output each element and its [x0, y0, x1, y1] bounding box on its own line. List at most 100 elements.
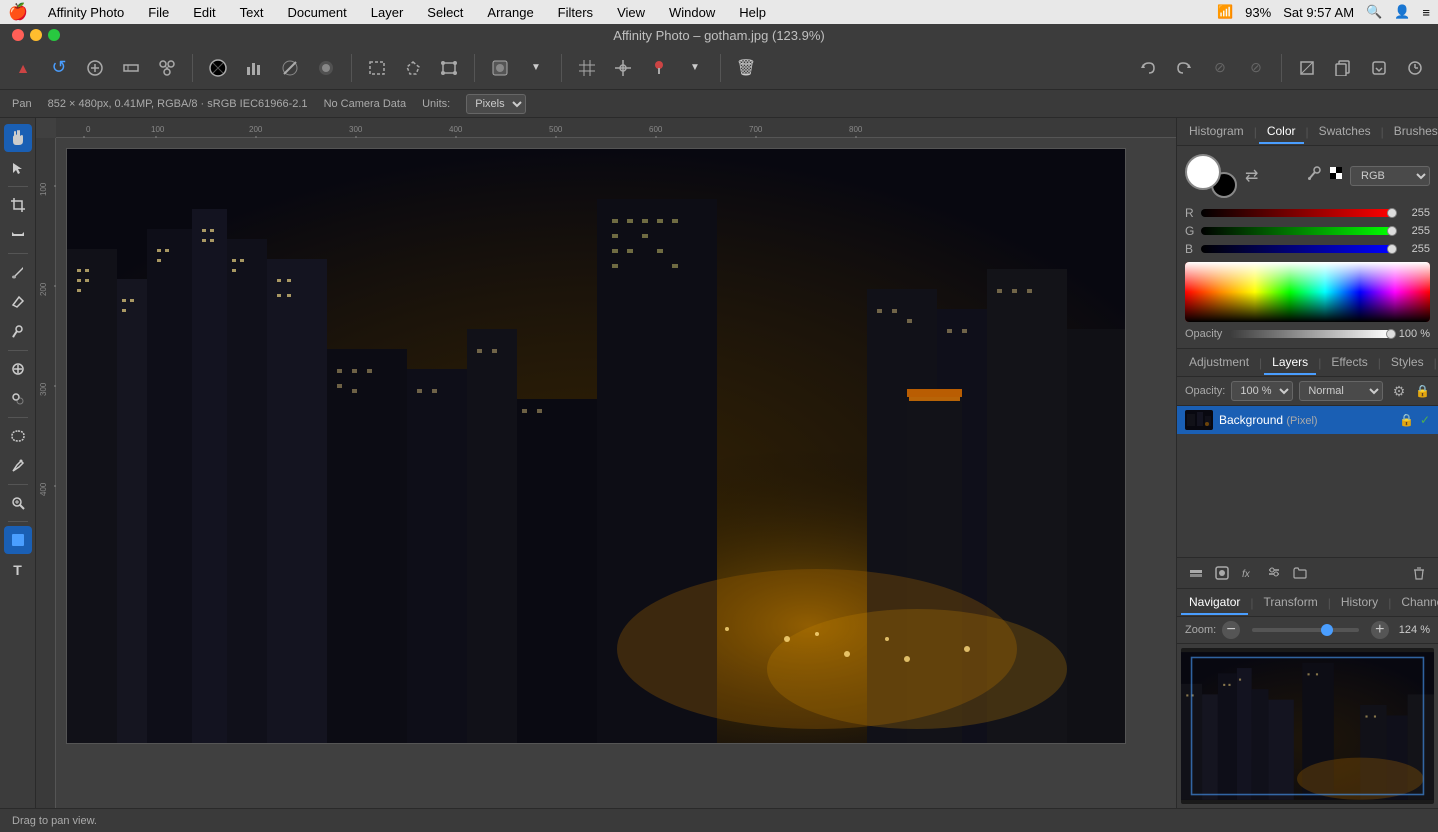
add-layer-button[interactable]: [1185, 562, 1207, 584]
menu-affinity-photo[interactable]: Affinity Photo: [44, 5, 128, 20]
delete-layer-button[interactable]: [1408, 562, 1430, 584]
menu-text[interactable]: Text: [236, 5, 268, 20]
resize-button[interactable]: [1292, 53, 1322, 83]
mask-dropdown[interactable]: ▼: [521, 53, 551, 83]
tab-layers[interactable]: Layers: [1264, 351, 1316, 375]
redo-button[interactable]: [1169, 53, 1199, 83]
tab-styles[interactable]: Styles: [1383, 351, 1432, 375]
b-slider-knob[interactable]: [1387, 244, 1397, 254]
add-live-filter-button[interactable]: [1263, 562, 1285, 584]
tab-history[interactable]: History: [1333, 591, 1386, 615]
zoom-slider-thumb[interactable]: [1321, 624, 1333, 636]
tab-effects[interactable]: Effects: [1323, 351, 1375, 375]
inpainting-button[interactable]: [485, 53, 515, 83]
tab-swatches[interactable]: Swatches: [1311, 120, 1379, 144]
canvas-image[interactable]: [66, 148, 1126, 744]
tab-transform[interactable]: Transform: [1255, 591, 1325, 615]
color-wheel-button[interactable]: [203, 53, 233, 83]
minimize-button[interactable]: [30, 29, 42, 41]
levels-button[interactable]: [239, 53, 269, 83]
blur-button[interactable]: [311, 53, 341, 83]
menu-file[interactable]: File: [144, 5, 173, 20]
layer-opacity-select[interactable]: 100 %: [1231, 381, 1293, 401]
menu-view[interactable]: View: [613, 5, 649, 20]
zoom-in-button[interactable]: +: [1371, 621, 1389, 639]
undo-button[interactable]: [1133, 53, 1163, 83]
control-center-icon[interactable]: ≡: [1422, 5, 1430, 20]
freehand-select-button[interactable]: [398, 53, 428, 83]
search-icon[interactable]: 🔍: [1366, 4, 1382, 20]
transform-button[interactable]: [434, 53, 464, 83]
zoom-slider[interactable]: [1252, 628, 1359, 632]
eraser-tool[interactable]: [4, 288, 32, 316]
zoom-out-button[interactable]: −: [1222, 621, 1240, 639]
snapping-button[interactable]: [608, 53, 638, 83]
close-button[interactable]: [12, 29, 24, 41]
menu-help[interactable]: Help: [735, 5, 770, 20]
g-slider-knob[interactable]: [1387, 226, 1397, 236]
swap-colors-button[interactable]: ⇄: [1245, 166, 1258, 186]
menu-document[interactable]: Document: [284, 5, 351, 20]
add-folder-button[interactable]: [1289, 562, 1311, 584]
menu-arrange[interactable]: Arrange: [483, 5, 537, 20]
backward-button[interactable]: ⊘: [1205, 53, 1235, 83]
pixel-persona-button[interactable]: [116, 53, 146, 83]
pointer-tool[interactable]: [4, 154, 32, 182]
add-adjustment-button[interactable]: fx: [1237, 562, 1259, 584]
menu-edit[interactable]: Edit: [189, 5, 219, 20]
maximize-button[interactable]: [48, 29, 60, 41]
menu-layer[interactable]: Layer: [367, 5, 408, 20]
menu-window[interactable]: Window: [665, 5, 719, 20]
grid-button[interactable]: [572, 53, 602, 83]
text-tool[interactable]: T: [4, 556, 32, 584]
lasso-tool[interactable]: [4, 422, 32, 450]
rectangular-marquee-button[interactable]: [362, 53, 392, 83]
layer-visible-check[interactable]: ✓: [1420, 413, 1430, 427]
develop-persona-button[interactable]: [80, 53, 110, 83]
crop-tool[interactable]: [4, 191, 32, 219]
delete-button[interactable]: 🗑: [731, 53, 761, 83]
eyedropper-tool[interactable]: [4, 318, 32, 346]
apple-menu[interactable]: 🍎: [8, 2, 28, 22]
export-persona-button[interactable]: [152, 53, 182, 83]
menu-select[interactable]: Select: [423, 5, 467, 20]
history-button[interactable]: [1400, 53, 1430, 83]
zoom-tool[interactable]: [4, 489, 32, 517]
units-select[interactable]: Pixels: [466, 94, 526, 114]
navigator-preview[interactable]: [1181, 648, 1434, 804]
tab-channels[interactable]: Channels: [1393, 591, 1438, 615]
brush-dropdown[interactable]: ▼: [680, 53, 710, 83]
copy-button[interactable]: [1328, 53, 1358, 83]
layer-row-background[interactable]: Background (Pixel) 🔒 ✓: [1177, 406, 1438, 434]
healing-tool[interactable]: [4, 355, 32, 383]
opacity-slider-knob[interactable]: [1386, 329, 1396, 339]
g-slider-container[interactable]: [1201, 226, 1392, 236]
tab-color[interactable]: Color: [1259, 120, 1304, 144]
tab-navigator[interactable]: Navigator: [1181, 591, 1248, 615]
tab-histogram[interactable]: Histogram: [1181, 120, 1252, 144]
layer-blend-select[interactable]: Normal Multiply Screen Overlay: [1299, 381, 1383, 401]
canvas-area[interactable]: 0 100 200 300 400 500 600 700 800: [36, 118, 1176, 808]
add-mask-button[interactable]: [1211, 562, 1233, 584]
layer-gear-button[interactable]: ⚙: [1389, 381, 1409, 401]
hand-tool[interactable]: [4, 124, 32, 152]
pen-tool[interactable]: [4, 452, 32, 480]
foreground-color[interactable]: [1185, 154, 1221, 190]
eyedropper-color-button[interactable]: [1306, 166, 1322, 187]
forward-button[interactable]: ⊘: [1241, 53, 1271, 83]
tab-adjustment[interactable]: Adjustment: [1181, 351, 1257, 375]
black-point-button[interactable]: [1330, 166, 1342, 187]
brush-tool[interactable]: [4, 258, 32, 286]
paint-brush-button[interactable]: [644, 53, 674, 83]
shape-tool[interactable]: [4, 526, 32, 554]
r-slider-container[interactable]: [1201, 208, 1392, 218]
tab-brushes[interactable]: Brushes: [1386, 120, 1438, 144]
opacity-slider-container[interactable]: [1230, 329, 1391, 339]
embed-button[interactable]: [1364, 53, 1394, 83]
clone-tool[interactable]: [4, 385, 32, 413]
straighten-tool[interactable]: [4, 221, 32, 249]
menu-filters[interactable]: Filters: [554, 5, 597, 20]
color-mode-select[interactable]: RGB CMYK HSL: [1350, 166, 1430, 186]
b-slider-container[interactable]: [1201, 244, 1392, 254]
curves-button[interactable]: [275, 53, 305, 83]
